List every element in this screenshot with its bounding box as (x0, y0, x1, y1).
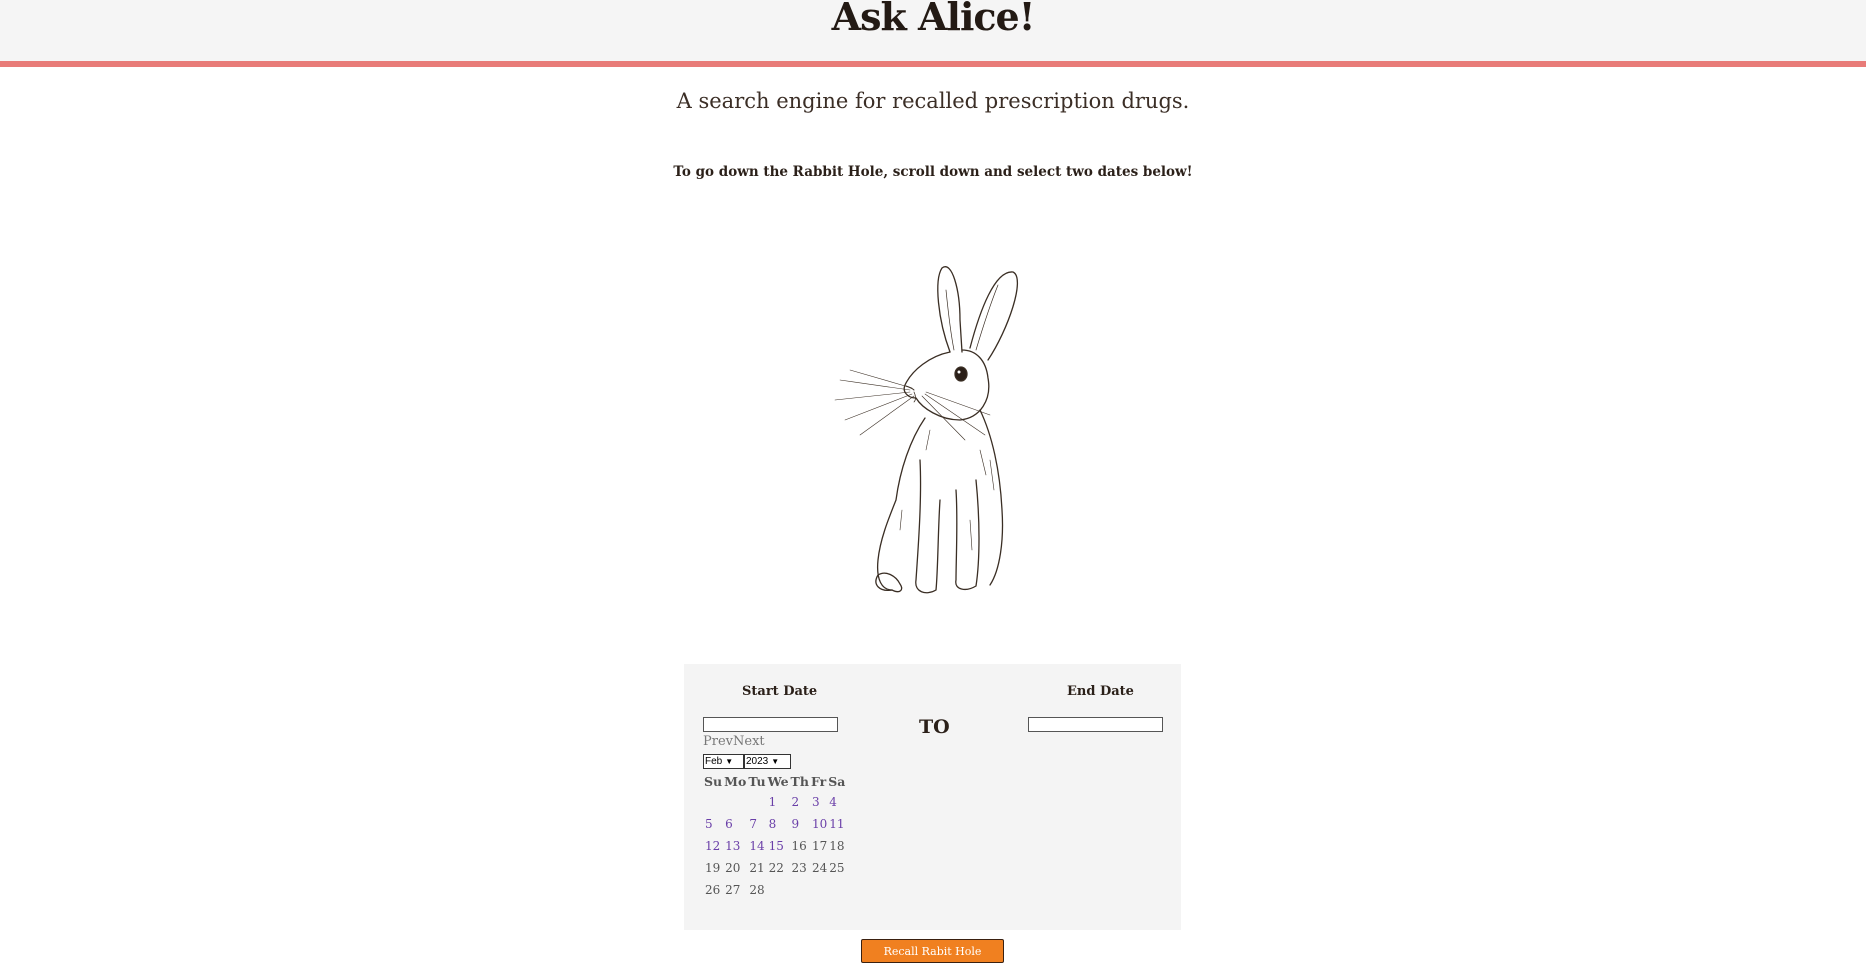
calendar-day[interactable]: 18 (827, 835, 846, 857)
calendar-day[interactable]: 12 (703, 835, 723, 857)
calendar-day[interactable]: 21 (747, 857, 766, 879)
calendar-grid: Su Mo Tu We Th Fr Sa 1 2 3 4 5 6 7 8 9 1… (703, 771, 846, 901)
recall-rabbit-hole-button[interactable]: Recall Rabit Hole (861, 939, 1004, 963)
start-date-label: Start Date (742, 684, 818, 699)
end-date-label: End Date (1067, 684, 1134, 699)
weekday-header: Tu (748, 773, 766, 789)
year-select[interactable]: 2023 ▼ (744, 754, 791, 769)
weekday-header: Mo (724, 773, 747, 789)
range-separator: TO (919, 716, 950, 738)
calendar-day (790, 879, 810, 901)
calendar-day[interactable]: 14 (747, 835, 766, 857)
calendar-day[interactable]: 25 (827, 857, 846, 879)
start-date-input[interactable] (703, 717, 838, 732)
calendar-day[interactable]: 19 (703, 857, 723, 879)
calendar-day[interactable]: 23 (790, 857, 810, 879)
calendar-day (810, 879, 827, 901)
calendar-next-link[interactable]: Next (733, 734, 765, 749)
weekday-header: Su (704, 773, 723, 789)
calendar-day[interactable]: 20 (723, 857, 747, 879)
calendar-day (723, 791, 747, 813)
instruction-text: To go down the Rabbit Hole, scroll down … (673, 164, 1193, 180)
calendar-day[interactable]: 9 (790, 813, 810, 835)
calendar-day[interactable]: 1 (767, 791, 790, 813)
calendar-day[interactable]: 8 (767, 813, 790, 835)
chevron-down-icon: ▼ (771, 757, 780, 766)
end-date-input[interactable] (1028, 717, 1163, 732)
calendar-day[interactable]: 2 (790, 791, 810, 813)
chevron-down-icon: ▼ (725, 757, 734, 766)
calendar-day[interactable]: 16 (790, 835, 810, 857)
date-range-panel: Start Date End Date TO PrevNext Feb ▼ 20… (684, 664, 1181, 930)
weekday-header: Fr (810, 773, 827, 789)
weekday-header: We (767, 773, 789, 789)
calendar-day[interactable]: 17 (810, 835, 827, 857)
rabbit-illustration (834, 266, 1018, 594)
calendar-prev-link[interactable]: Prev (703, 734, 733, 749)
calendar-day[interactable]: 24 (810, 857, 827, 879)
calendar-day[interactable]: 10 (810, 813, 827, 835)
calendar-day (827, 879, 846, 901)
calendar-day[interactable]: 13 (723, 835, 747, 857)
calendar-day (747, 791, 766, 813)
calendar-day[interactable]: 7 (747, 813, 766, 835)
calendar-day[interactable]: 22 (767, 857, 790, 879)
weekday-header: Th (790, 773, 809, 789)
header-bar: Ask Alice! (0, 0, 1866, 67)
calendar-day[interactable]: 11 (827, 813, 846, 835)
calendar-day (703, 791, 723, 813)
year-select-value: 2023 (746, 756, 769, 767)
calendar-day[interactable]: 5 (703, 813, 723, 835)
calendar-day (767, 879, 790, 901)
weekday-header: Sa (828, 773, 846, 789)
calendar-day[interactable]: 28 (747, 879, 766, 901)
calendar-day[interactable]: 27 (723, 879, 747, 901)
calendar-day[interactable]: 15 (767, 835, 790, 857)
calendar-day[interactable]: 26 (703, 879, 723, 901)
calendar-day[interactable]: 3 (810, 791, 827, 813)
month-select-value: Feb (705, 756, 723, 767)
page-subtitle: A search engine for recalled prescriptio… (676, 89, 1190, 113)
month-select[interactable]: Feb ▼ (703, 754, 744, 769)
calendar-day[interactable]: 4 (827, 791, 846, 813)
page-title: Ask Alice! (831, 0, 1036, 39)
calendar-nav: PrevNext (703, 734, 765, 749)
calendar-day[interactable]: 6 (723, 813, 747, 835)
